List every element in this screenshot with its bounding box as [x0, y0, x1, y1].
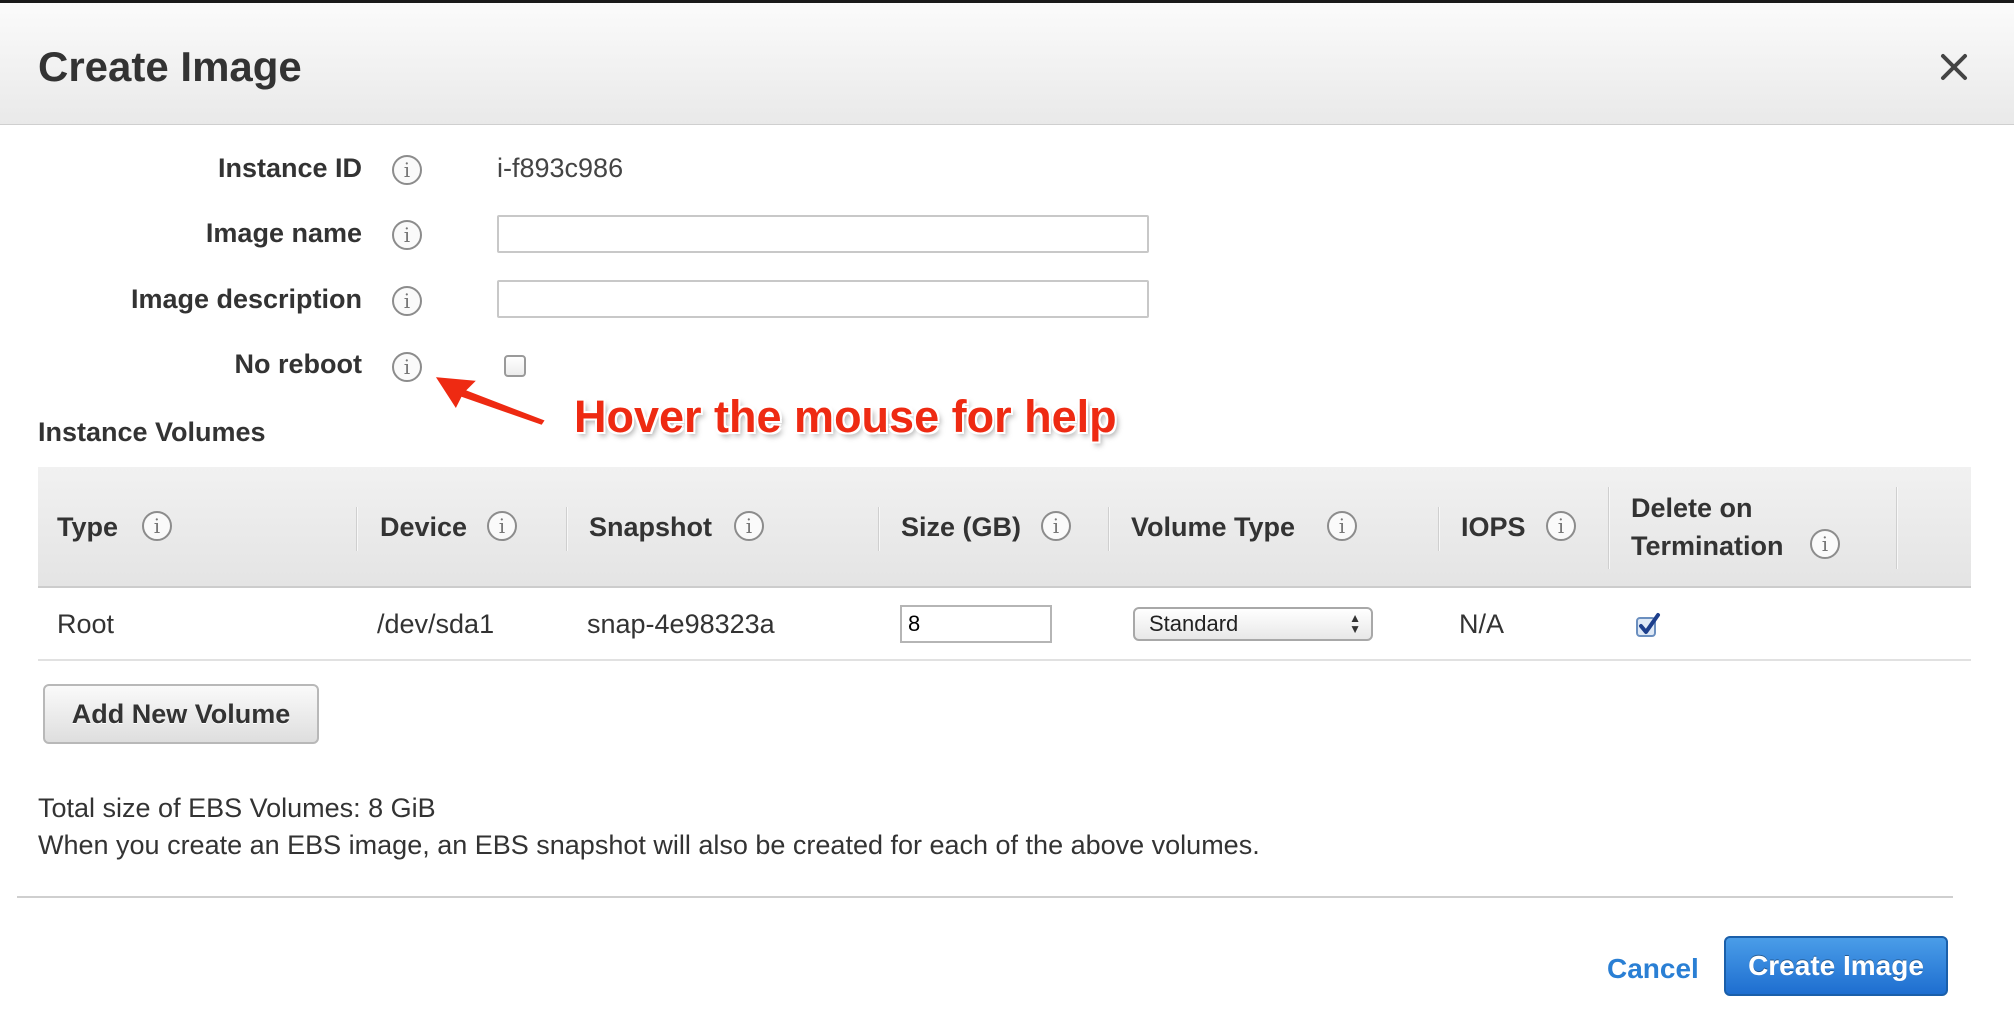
size-info-icon[interactable]: i	[1041, 511, 1071, 541]
dialog-title: Create Image	[38, 43, 302, 90]
no-reboot-info-icon[interactable]: i	[392, 352, 422, 382]
volume-type-selected: Standard	[1149, 611, 1239, 636]
device-info-icon[interactable]: i	[487, 511, 517, 541]
no-reboot-label: No reboot	[234, 349, 363, 379]
column-header-size: Size (GB)	[901, 512, 1022, 542]
create-image-button[interactable]: Create Image	[1724, 936, 1948, 996]
table-row: Root /dev/sda1 snap-4e98323a Standard ▲▼…	[38, 589, 1971, 661]
snapshot-info-icon[interactable]: i	[734, 511, 764, 541]
volume-type-select[interactable]: Standard ▲ ▼	[1133, 607, 1373, 641]
image-name-label: Image name	[205, 218, 362, 248]
column-divider	[566, 507, 568, 551]
cell-snapshot: snap-4e98323a	[587, 609, 775, 639]
column-header-delete-on-termination-line1: Delete on	[1631, 493, 1753, 523]
volume-type-info-icon[interactable]: i	[1327, 511, 1357, 541]
create-image-dialog: Create Image Instance ID i i-f893c986 Im…	[0, 0, 2014, 1036]
type-info-icon[interactable]: i	[142, 511, 172, 541]
add-new-volume-button[interactable]: Add New Volume	[43, 684, 319, 744]
cell-iops: N/A	[1459, 609, 1505, 639]
footer-divider	[17, 896, 1953, 898]
column-header-delete-on-termination-line2: Termination	[1631, 531, 1784, 561]
close-icon[interactable]	[1934, 47, 1974, 87]
delete-on-termination-info-icon[interactable]: i	[1810, 529, 1840, 559]
size-input[interactable]	[900, 605, 1052, 643]
column-header-snapshot: Snapshot	[589, 512, 713, 542]
volumes-table-header: Type i Device i Snapshot i Size (GB) i V…	[38, 467, 1971, 588]
column-header-device: Device	[380, 512, 468, 542]
instance-id-value: i-f893c986	[497, 153, 624, 183]
select-arrows-icon: ▲ ▼	[1349, 611, 1361, 636]
column-divider	[1896, 487, 1898, 569]
column-divider	[878, 507, 880, 551]
cancel-button[interactable]: Cancel	[1607, 953, 1699, 985]
column-header-volume-type: Volume Type	[1131, 512, 1296, 542]
column-divider	[1438, 507, 1440, 551]
image-name-info-icon[interactable]: i	[392, 220, 422, 250]
cell-device: /dev/sda1	[377, 609, 495, 639]
column-header-type: Type	[57, 512, 119, 542]
instance-id-label: Instance ID	[217, 153, 362, 183]
iops-info-icon[interactable]: i	[1546, 511, 1576, 541]
instance-id-info-icon[interactable]: i	[392, 155, 422, 185]
delete-on-termination-checkbox[interactable]	[1635, 612, 1661, 638]
image-description-input[interactable]	[497, 280, 1149, 318]
cell-type: Root	[57, 609, 115, 639]
image-description-label: Image description	[130, 284, 362, 314]
image-description-info-icon[interactable]: i	[392, 286, 422, 316]
image-name-input[interactable]	[497, 215, 1149, 253]
column-header-iops: IOPS	[1461, 512, 1526, 542]
instance-volumes-title: Instance Volumes	[38, 417, 266, 447]
help-annotation: Hover the mouse for help	[574, 391, 1117, 442]
annotation-arrow-icon	[432, 374, 548, 428]
column-divider	[356, 507, 358, 551]
column-divider	[1108, 507, 1110, 551]
snapshot-note-text: When you create an EBS image, an EBS sna…	[38, 830, 1260, 860]
total-size-text: Total size of EBS Volumes: 8 GiB	[38, 793, 436, 823]
dialog-header: Create Image	[0, 3, 2014, 125]
column-divider	[1608, 487, 1610, 569]
